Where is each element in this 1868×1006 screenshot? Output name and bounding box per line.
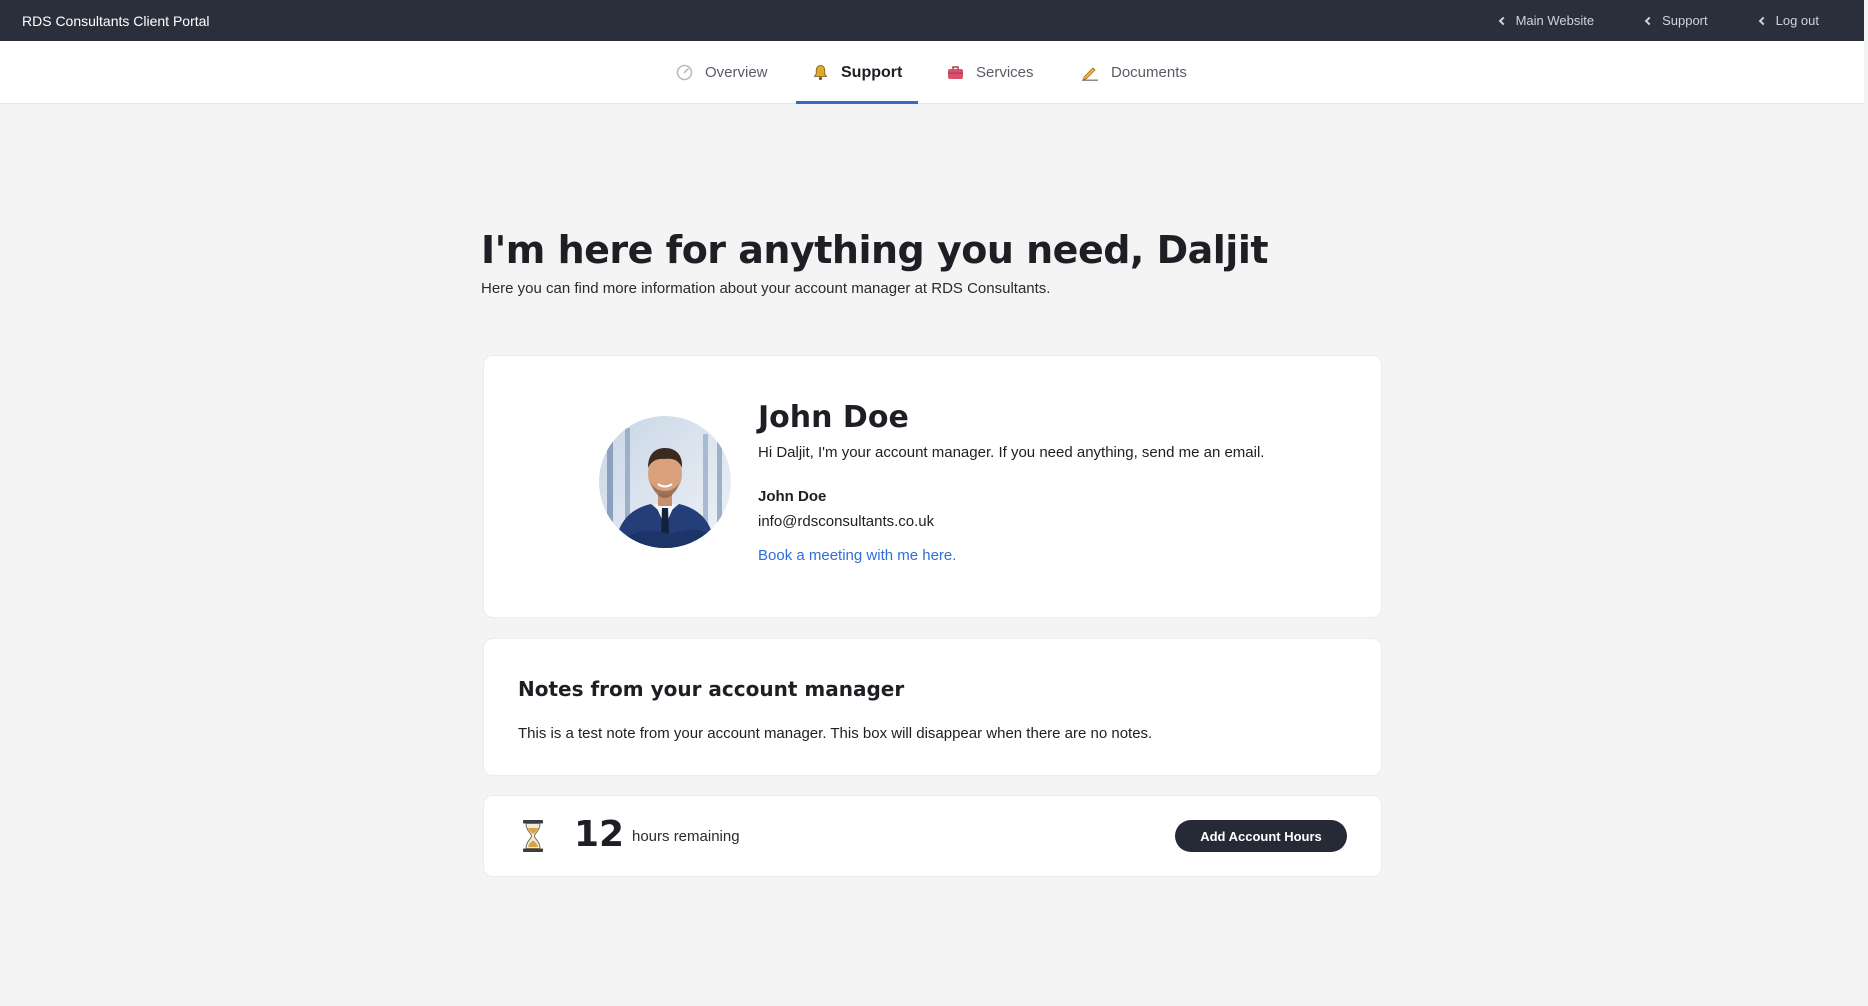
portal-brand: RDS Consultants Client Portal — [22, 12, 210, 29]
notes-body: This is a test note from your account ma… — [518, 725, 1153, 742]
page-subtitle: Here you can find more information about… — [481, 280, 1051, 297]
add-account-hours-button[interactable]: Add Account Hours — [1175, 820, 1347, 852]
gauge-icon — [676, 64, 693, 81]
bell-icon — [813, 65, 828, 81]
tab-support-label: Support — [841, 63, 903, 81]
page-title: I'm here for anything you need, Daljit — [481, 228, 1269, 272]
notes-title: Notes from your account manager — [518, 677, 905, 701]
manager-signature-name: John Doe — [758, 488, 827, 505]
signature-icon — [1082, 66, 1098, 81]
avatar — [599, 416, 731, 548]
support-link-label: Support — [1662, 13, 1708, 28]
tab-overview[interactable]: Overview — [676, 41, 768, 104]
chevron-left-icon — [1498, 16, 1507, 25]
logout-label: Log out — [1775, 13, 1819, 28]
hours-remaining-value: 12 — [574, 814, 625, 855]
manager-email: info@rdsconsultants.co.uk — [758, 513, 935, 530]
main-website-link[interactable]: Main Website — [1498, 13, 1595, 28]
support-link[interactable]: Support — [1644, 13, 1708, 28]
tab-services[interactable]: Services — [947, 41, 1034, 104]
chevron-left-icon — [1644, 16, 1654, 25]
manager-intro: Hi Daljit, I'm your account manager. If … — [758, 444, 1265, 461]
tab-overview-label: Overview — [705, 64, 768, 81]
tab-documents-label: Documents — [1111, 64, 1187, 81]
tab-support[interactable]: Support — [795, 41, 919, 104]
notes-card: Notes from your account manager This is … — [483, 638, 1382, 776]
hours-card: 12 hours remaining Add Account Hours — [483, 795, 1382, 877]
tab-services-label: Services — [976, 64, 1034, 81]
hourglass-icon — [523, 820, 543, 852]
hours-remaining-label: hours remaining — [632, 828, 740, 845]
main-website-label: Main Website — [1515, 13, 1595, 28]
account-manager-card: John Doe Hi Daljit, I'm your account man… — [483, 355, 1382, 618]
top-links: Main Website Support Log out — [1498, 13, 1819, 28]
book-meeting-link[interactable]: Book a meeting with me here. — [758, 547, 956, 564]
briefcase-icon — [948, 66, 963, 79]
logout-link[interactable]: Log out — [1758, 13, 1819, 28]
chevron-left-icon — [1758, 16, 1767, 25]
manager-name: John Doe — [758, 400, 909, 435]
tab-documents[interactable]: Documents — [1081, 41, 1187, 104]
tab-bar: Overview Support Services Documents — [0, 41, 1864, 104]
top-bar: RDS Consultants Client Portal Main Websi… — [0, 0, 1864, 41]
